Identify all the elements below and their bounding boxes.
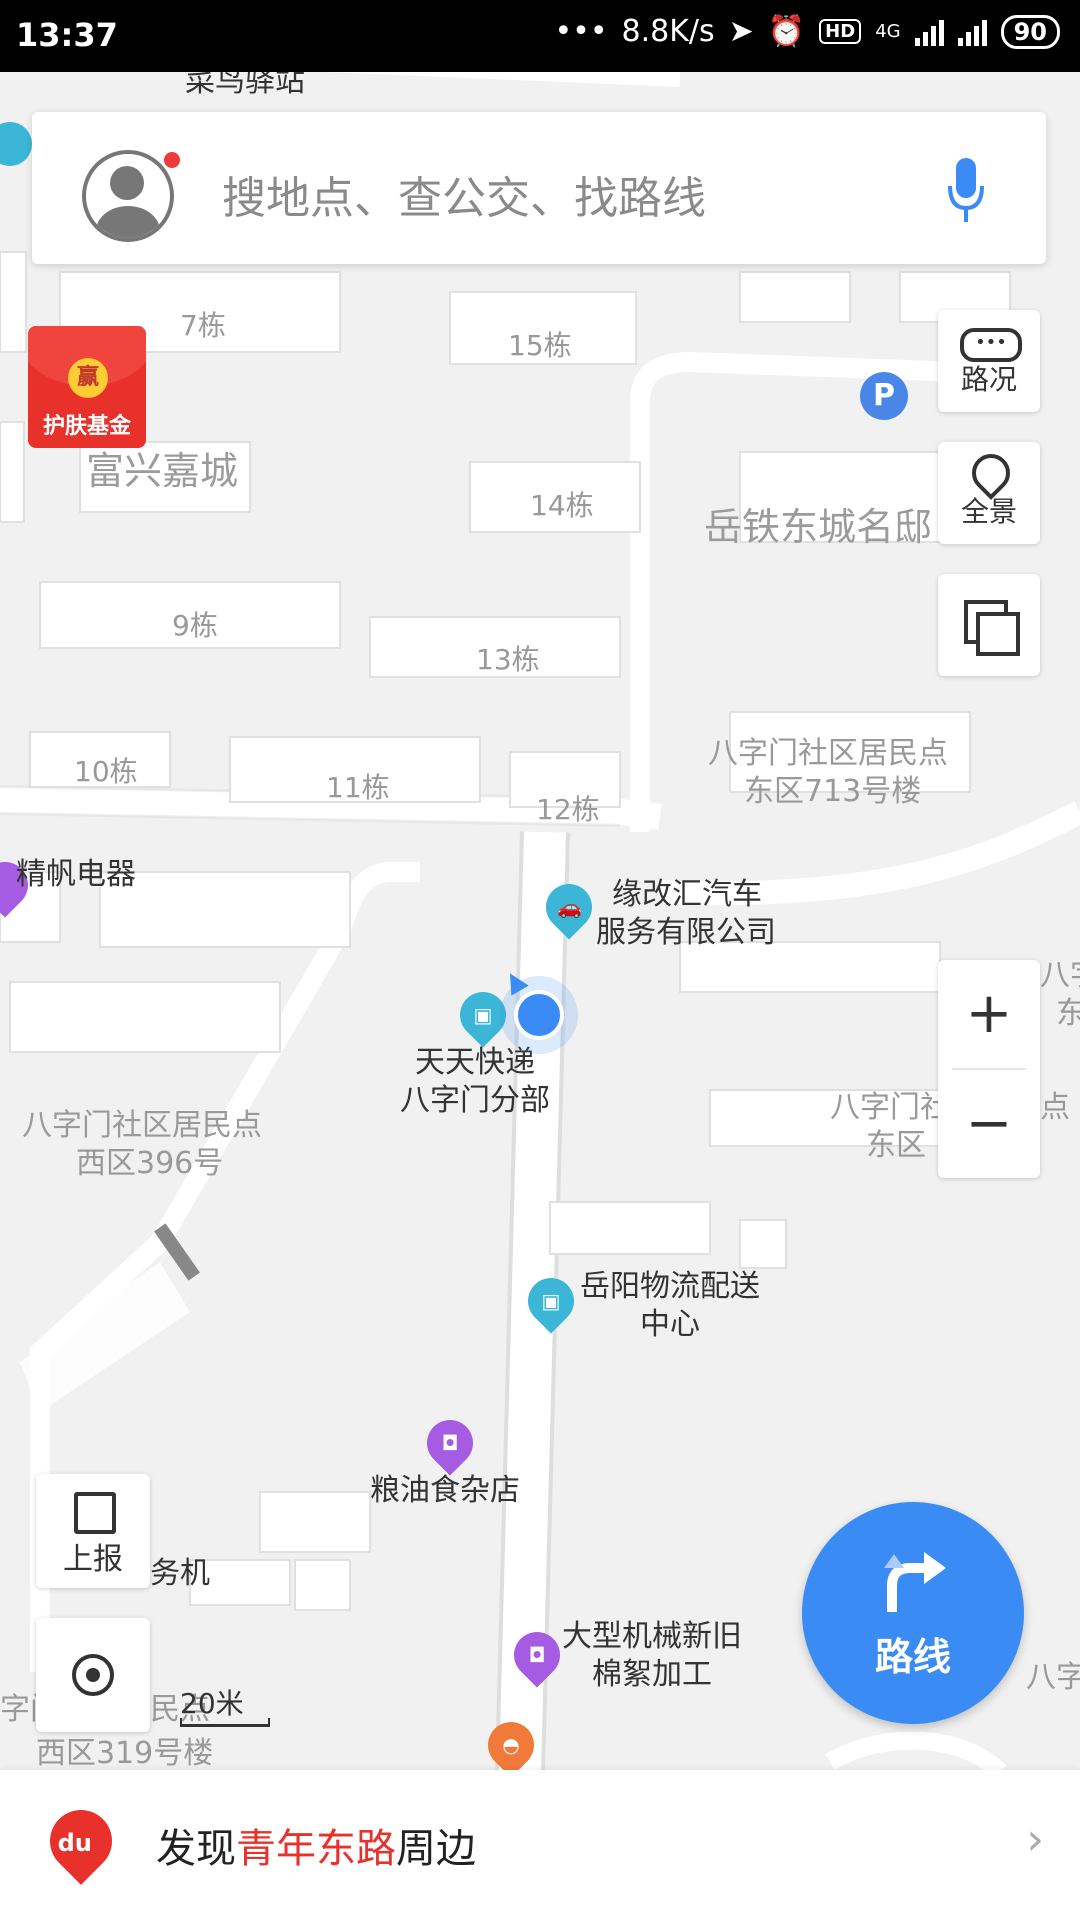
zoom-in-button[interactable]: + bbox=[938, 960, 1040, 1068]
map-label-building: 14栋 bbox=[530, 489, 594, 522]
poi-label-car-service[interactable]: 缘改汇汽车 服务有限公司 bbox=[596, 876, 776, 952]
poi-label-line: 天天快递 bbox=[415, 1045, 535, 1080]
zoom-control: + − bbox=[938, 960, 1040, 1178]
poi-label-line: 棉絮加工 bbox=[592, 1657, 712, 1692]
parking-icon[interactable]: P bbox=[860, 372, 908, 420]
discover-text: 发现青年东路周边 bbox=[156, 1816, 476, 1874]
locate-me-button[interactable] bbox=[36, 1618, 150, 1732]
coin-icon: 赢 bbox=[68, 358, 108, 398]
poi-label-line: 缘改汇汽车 bbox=[612, 877, 762, 912]
map-label-area: 富兴嘉城 bbox=[86, 449, 239, 493]
map-label-building: 13栋 bbox=[476, 643, 540, 676]
panorama-button[interactable]: 全景 bbox=[938, 442, 1040, 544]
traffic-icon: ••• bbox=[960, 328, 1022, 362]
scale-label: 20米 bbox=[180, 1687, 244, 1720]
traffic-label: 路况 bbox=[960, 363, 1017, 396]
crosshair-center-icon bbox=[86, 1668, 100, 1682]
traffic-button[interactable]: ••• 路况 bbox=[938, 310, 1040, 412]
poi-label-line: 岳阳物流配送 bbox=[580, 1269, 760, 1304]
map-label-building: 12栋 bbox=[536, 793, 600, 826]
zoom-out-button[interactable]: − bbox=[938, 1070, 1040, 1178]
location-arrow-icon: ➤ bbox=[728, 14, 754, 49]
search-input[interactable]: 搜地点、查公交、找路线 bbox=[222, 162, 706, 226]
map-label-building: 15栋 bbox=[508, 329, 572, 362]
discover-nearby-bar[interactable]: du 发现青年东路周边 › bbox=[0, 1770, 1080, 1920]
poi-label-line: 八字门分部 bbox=[400, 1083, 550, 1118]
current-location-dot bbox=[514, 990, 564, 1040]
status-bar: 13:37 ••• 8.8K/s ➤ ⏰ HD 4G 90 bbox=[0, 0, 1080, 72]
poi-label-express[interactable]: 天天快递 八字门分部 bbox=[400, 1044, 550, 1120]
network-type: 4G bbox=[875, 21, 901, 42]
map-label-area: 西区319号楼 bbox=[36, 1736, 214, 1771]
route-button[interactable]: 路线 bbox=[802, 1502, 1024, 1724]
poi-label-grocery[interactable]: 粮油食杂店 bbox=[370, 1472, 520, 1510]
map-label-cainiao: 菜鸟驿站 bbox=[185, 72, 305, 99]
poi-label-logistics[interactable]: 岳阳物流配送 中心 bbox=[580, 1268, 760, 1344]
red-packet-label: 护肤基金 bbox=[42, 414, 131, 439]
discover-prefix: 发现 bbox=[156, 1826, 236, 1872]
poi-label-line: 中心 bbox=[640, 1307, 700, 1342]
report-button[interactable]: 上报 bbox=[36, 1474, 150, 1588]
map-label-building: 11栋 bbox=[326, 771, 390, 804]
microphone-icon[interactable] bbox=[946, 156, 986, 226]
map-label-partial: 务机 bbox=[150, 1556, 210, 1591]
map-label-area: 岳铁东城名邸 bbox=[704, 505, 933, 549]
chevron-right-icon: › bbox=[1026, 1814, 1044, 1865]
layers-icon-back bbox=[976, 612, 1020, 656]
map-label-building: 10栋 bbox=[74, 755, 138, 788]
route-label: 路线 bbox=[874, 1635, 951, 1679]
more-dots-icon: ••• bbox=[554, 14, 608, 49]
network-speed: 8.8K/s bbox=[621, 14, 715, 49]
map-label-partial: 八字 bbox=[1026, 1660, 1080, 1695]
baidu-logo-icon: du bbox=[37, 1797, 125, 1885]
map-scale: 20米 bbox=[180, 1682, 270, 1727]
discover-suffix: 周边 bbox=[396, 1826, 476, 1872]
avatar[interactable] bbox=[82, 150, 174, 242]
poi-label-jingfan[interactable]: 精帆电器 bbox=[16, 856, 136, 894]
map-label-building: 7栋 bbox=[180, 309, 226, 342]
battery-indicator: 90 bbox=[1000, 14, 1060, 49]
map-label-partial: 东 bbox=[1056, 996, 1080, 1031]
map-label-area: 西区396号 bbox=[76, 1146, 224, 1181]
signal-icon-2 bbox=[957, 18, 987, 46]
status-time: 13:37 bbox=[16, 16, 118, 54]
hd-icon: HD bbox=[819, 19, 862, 44]
poi-label-machine[interactable]: 大型机械新旧 棉絮加工 bbox=[562, 1618, 742, 1694]
map-label-area: 东区713号楼 bbox=[744, 774, 922, 809]
status-indicators: ••• 8.8K/s ➤ ⏰ HD 4G 90 bbox=[554, 14, 1060, 49]
map-label-building: 9栋 bbox=[172, 609, 218, 642]
alarm-icon: ⏰ bbox=[767, 14, 806, 49]
map-label-area: 东区 bbox=[866, 1128, 926, 1163]
red-packet-promo[interactable]: 赢 护肤基金 bbox=[28, 326, 146, 448]
poi-label-line: 大型机械新旧 bbox=[562, 1619, 742, 1654]
discover-road: 青年东路 bbox=[236, 1826, 396, 1872]
panorama-label: 全景 bbox=[960, 495, 1017, 528]
signal-icon bbox=[914, 18, 944, 46]
search-bar[interactable]: 搜地点、查公交、找路线 bbox=[32, 112, 1046, 264]
notification-dot bbox=[164, 152, 180, 168]
layers-button[interactable] bbox=[938, 574, 1040, 676]
route-arrow-icon bbox=[884, 1552, 946, 1612]
poi-label-line: 服务有限公司 bbox=[596, 915, 776, 950]
report-label: 上报 bbox=[63, 1542, 123, 1577]
edit-icon bbox=[74, 1492, 116, 1534]
